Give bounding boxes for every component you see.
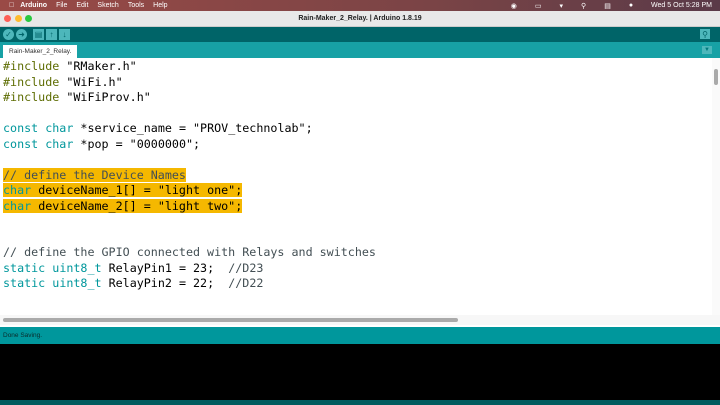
- verify-button[interactable]: ✓: [3, 29, 14, 40]
- code-comment: // define the GPIO connected with Relays…: [3, 245, 376, 259]
- code-text: RelayPin1 = 23;: [101, 260, 229, 275]
- code-keyword: static: [3, 276, 46, 290]
- code-directive: #include: [3, 59, 60, 73]
- code-text: deviceName_2[] = "light two";: [31, 198, 243, 213]
- horizontal-scroll-thumb[interactable]: [3, 318, 458, 322]
- menu-file[interactable]: File: [56, 2, 67, 9]
- code-keyword: char: [45, 121, 74, 135]
- code-keyword: char: [45, 136, 74, 151]
- control-center-icon[interactable]: ▤: [604, 2, 611, 10]
- zoom-window-button[interactable]: [25, 15, 32, 22]
- code-keyword: static: [3, 260, 46, 275]
- menu-app-arduino[interactable]: Arduino: [20, 2, 47, 9]
- arrow-right-icon: ➜: [18, 30, 25, 39]
- window-title-bar: Rain-Maker_2_Relay. | Arduino 1.8.19: [0, 11, 720, 27]
- code-line[interactable]: static uint8_t RelayPin2 = 22; //D22: [3, 276, 263, 292]
- tab-menu-button[interactable]: ▼: [702, 46, 712, 54]
- code-comment: //D23: [228, 260, 264, 275]
- serial-monitor-button[interactable]: ⚲: [700, 29, 710, 39]
- battery-icon[interactable]: ▭: [535, 2, 542, 10]
- wifi-icon[interactable]: ▾: [560, 2, 564, 10]
- menu-sketch[interactable]: Sketch: [97, 2, 118, 9]
- code-text: "WiFi.h": [59, 74, 123, 89]
- code-keyword: uint8_t: [52, 276, 102, 290]
- code-keyword: char: [3, 198, 32, 213]
- siri-icon[interactable]: ●: [629, 2, 633, 9]
- macos-menu-bar:  Arduino File Edit Sketch Tools Help ◉ …: [0, 0, 720, 11]
- code-line[interactable]: const char *service_name = "PROV_technol…: [3, 121, 313, 137]
- tab-sketch[interactable]: Rain-Maker_2_Relay.: [3, 45, 78, 58]
- code-comment: // define the Device Names: [3, 167, 186, 182]
- vertical-scroll-thumb[interactable]: [714, 69, 718, 85]
- code-keyword: const: [3, 121, 39, 135]
- menu-help[interactable]: Help: [153, 2, 167, 9]
- arrow-up-icon: ↑: [49, 30, 54, 39]
- code-text: *service_name = "PROV_technolab";: [73, 121, 313, 135]
- arrow-down-icon: ↓: [62, 30, 67, 39]
- horizontal-scrollbar[interactable]: [0, 315, 720, 325]
- window-title: Rain-Maker_2_Relay. | Arduino 1.8.19: [298, 15, 422, 22]
- code-line[interactable]: #include "WiFi.h": [3, 75, 123, 91]
- code-text: RelayPin2 = 22;: [101, 276, 229, 290]
- code-line[interactable]: char deviceName_1[] = "light one";: [3, 183, 243, 199]
- new-button[interactable]: ▤: [33, 29, 44, 40]
- file-icon: ▤: [34, 30, 43, 39]
- minimize-window-button[interactable]: [15, 15, 22, 22]
- code-directive: #include: [3, 74, 60, 89]
- code-line[interactable]: const char *pop = "0000000";: [3, 137, 200, 153]
- toolbar: ✓ ➜ ▤ ↑ ↓ ⚲: [0, 27, 720, 42]
- code-directive: #include: [3, 90, 60, 104]
- apple-icon[interactable]: : [9, 2, 14, 9]
- code-text: *pop = "0000000";: [73, 136, 201, 151]
- menu-edit[interactable]: Edit: [76, 2, 88, 9]
- status-message: Done Saving.: [3, 332, 43, 339]
- code-comment: //D22: [228, 276, 264, 290]
- open-button[interactable]: ↑: [46, 29, 57, 40]
- code-line[interactable]: // define the GPIO connected with Relays…: [3, 245, 376, 261]
- menu-tools[interactable]: Tools: [128, 2, 144, 9]
- console-output[interactable]: [0, 344, 720, 400]
- code-text: "WiFiProv.h": [59, 90, 151, 104]
- clock[interactable]: Wed 5 Oct 5:28 PM: [651, 2, 712, 9]
- magnifier-icon: ⚲: [702, 30, 708, 39]
- code-keyword: char: [3, 183, 32, 197]
- close-window-button[interactable]: [4, 15, 11, 22]
- status-bar: Done Saving.: [0, 327, 720, 344]
- bottom-status-bar: [0, 400, 720, 405]
- code-line[interactable]: #include "WiFiProv.h": [3, 90, 151, 106]
- code-editor[interactable]: #include "RMaker.h" #include "WiFi.h" #inc…: [0, 58, 712, 316]
- code-keyword: uint8_t: [52, 260, 102, 275]
- upload-button[interactable]: ➜: [16, 29, 27, 40]
- search-icon[interactable]: ⚲: [581, 2, 586, 10]
- chevron-down-icon: ▼: [704, 47, 710, 53]
- code-text: "RMaker.h": [59, 59, 137, 73]
- code-line[interactable]: char deviceName_2[] = "light two";: [3, 198, 243, 215]
- code-line[interactable]: static uint8_t RelayPin1 = 23; //D23: [3, 261, 263, 277]
- code-keyword: const: [3, 136, 39, 151]
- vertical-scrollbar[interactable]: [712, 58, 720, 316]
- code-line[interactable]: // define the Device Names: [3, 167, 186, 184]
- code-line[interactable]: #include "RMaker.h": [3, 59, 137, 75]
- check-icon: ✓: [5, 30, 12, 39]
- save-button[interactable]: ↓: [59, 29, 70, 40]
- tab-bar: Rain-Maker_2_Relay. ▼: [0, 42, 720, 58]
- code-text: deviceName_1[] = "light one";: [31, 183, 243, 197]
- record-icon[interactable]: ◉: [511, 2, 517, 10]
